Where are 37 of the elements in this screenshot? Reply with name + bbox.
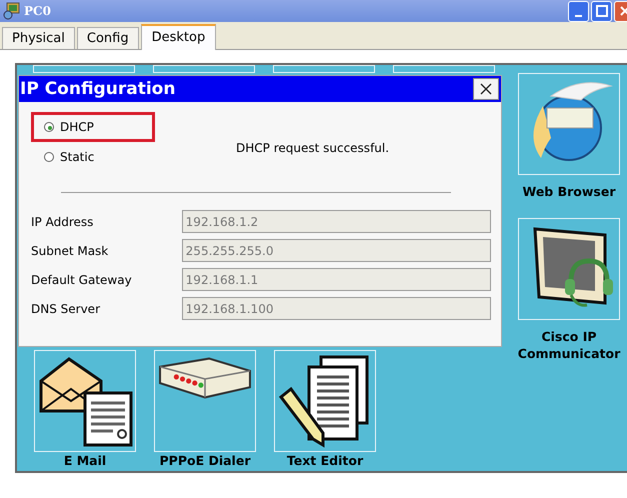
dialog-title: IP Configuration <box>19 79 176 99</box>
maximize-button[interactable] <box>591 0 612 22</box>
app-tile[interactable] <box>393 65 495 73</box>
app-label: Text Editor <box>286 452 364 469</box>
app-tile[interactable] <box>518 218 620 320</box>
app-label: Cisco IP Communicator <box>517 328 621 362</box>
computer-icon <box>3 2 21 20</box>
field-label: Default Gateway <box>31 272 133 286</box>
close-button[interactable] <box>473 78 499 100</box>
minimize-button[interactable] <box>568 0 589 22</box>
app-tile[interactable] <box>153 65 255 73</box>
input-field[interactable]: 192.168.1.1 <box>182 268 491 291</box>
app-label: E Mail <box>64 452 106 469</box>
field-label: IP Address <box>31 214 94 228</box>
app-tile[interactable] <box>274 350 376 452</box>
tab[interactable]: Config <box>76 27 139 49</box>
modem-icon <box>159 357 251 399</box>
app-label: PPPoE Dialer <box>160 452 250 469</box>
input-field[interactable]: 192.168.1.100 <box>182 297 491 320</box>
app-label: Web Browser <box>522 183 616 200</box>
field-label: Subnet Mask <box>31 244 110 258</box>
minimize-icon <box>575 15 582 17</box>
tab[interactable]: Physical <box>2 27 75 49</box>
input-field[interactable]: 255.255.255.0 <box>182 239 491 262</box>
field-label: DNS Server <box>31 302 101 316</box>
radio-button[interactable]: Static <box>44 150 94 164</box>
app-tile[interactable] <box>518 73 620 175</box>
app-tile[interactable] <box>273 65 375 73</box>
status-message: DHCP request successful. <box>236 141 390 155</box>
app-tile[interactable] <box>34 350 136 452</box>
app-tile[interactable] <box>154 350 256 452</box>
tab[interactable]: Desktop <box>140 24 216 50</box>
input-field[interactable]: 192.168.1.2 <box>182 210 491 233</box>
close-icon <box>479 82 493 96</box>
window-title: PC0 <box>24 4 51 18</box>
app-tile[interactable] <box>33 65 135 73</box>
radio-button[interactable]: DHCP <box>44 120 94 134</box>
